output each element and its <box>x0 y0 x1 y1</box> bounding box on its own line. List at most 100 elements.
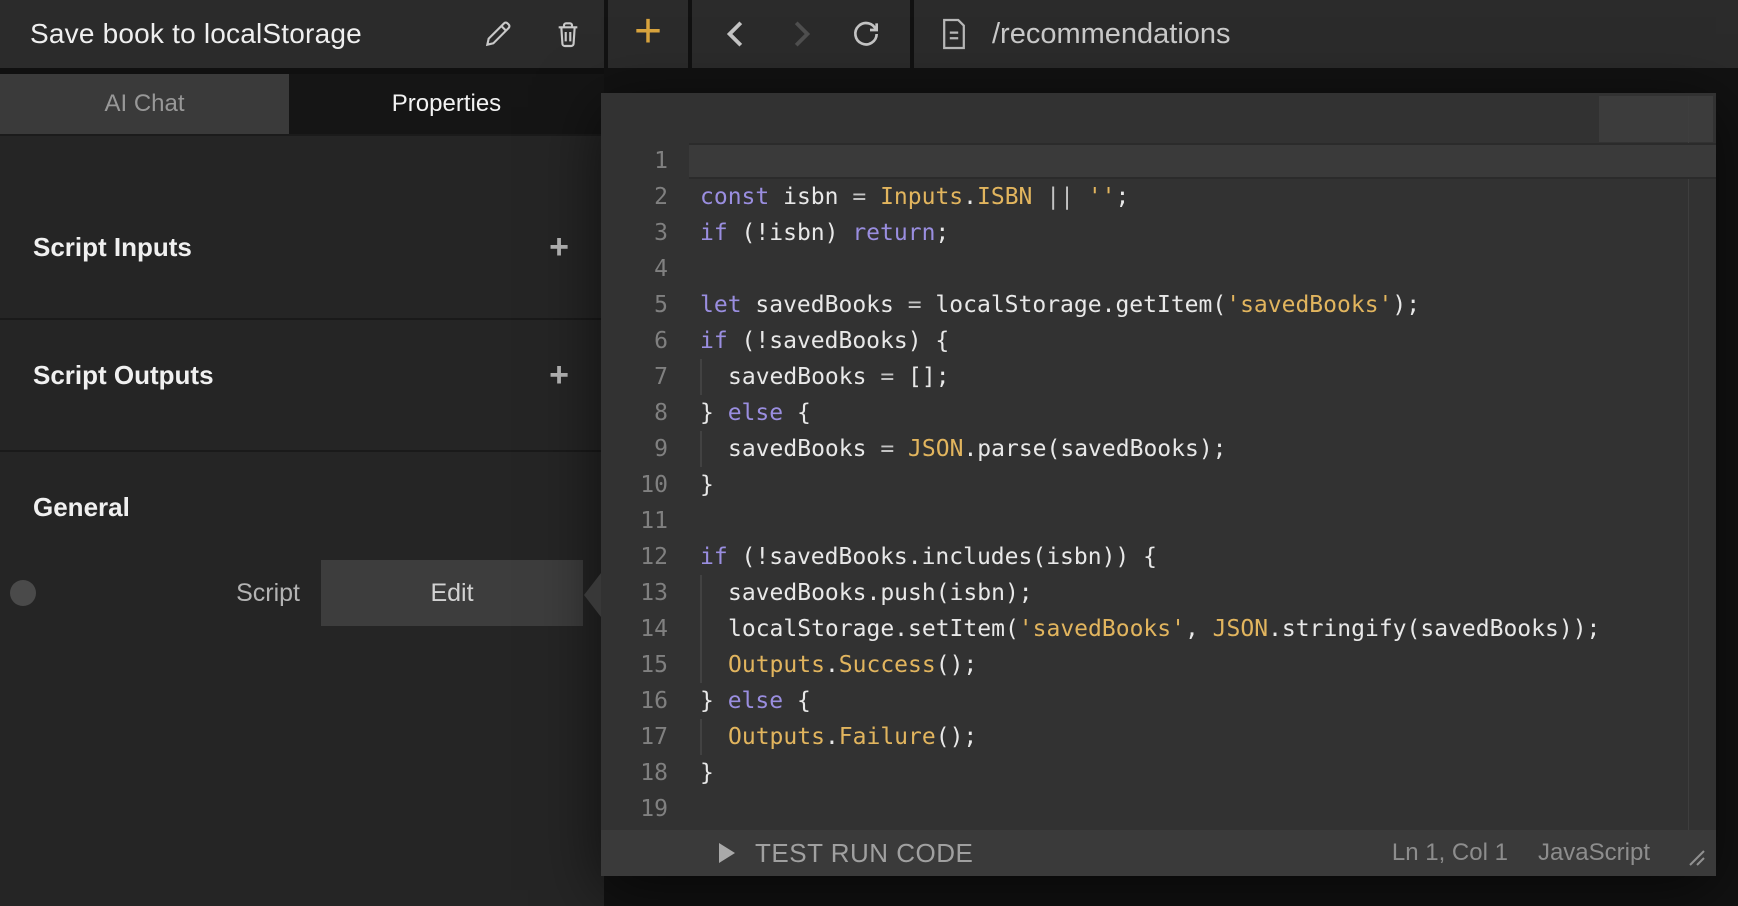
code-line-6[interactable]: 6if (!savedBooks) { <box>601 323 1716 359</box>
script-outputs-heading: Script Outputs <box>33 360 540 391</box>
code-text[interactable]: localStorage.setItem('savedBooks', JSON.… <box>689 611 1716 647</box>
code-text[interactable]: const isbn = Inputs.ISBN || ''; <box>689 179 1716 215</box>
add-output-button[interactable]: + <box>540 356 578 394</box>
code-text[interactable] <box>689 143 1716 179</box>
node-properties-panel: Save book to localStorage <box>0 0 604 906</box>
code-editor-popover: 12const isbn = Inputs.ISBN || '';3if (!i… <box>601 93 1716 876</box>
popover-arrow <box>584 573 601 617</box>
code-line-4[interactable]: 4 <box>601 251 1716 287</box>
line-number: 16 <box>601 683 689 719</box>
language-label: JavaScript <box>1538 839 1650 867</box>
refresh-button[interactable] <box>846 14 886 54</box>
reload-icon <box>850 18 882 50</box>
code-line-18[interactable]: 18} <box>601 755 1716 791</box>
preview-toolbar: + /recomme <box>608 0 1738 68</box>
chevron-left-icon <box>723 18 749 50</box>
code-line-12[interactable]: 12if (!savedBooks.includes(isbn)) { <box>601 539 1716 575</box>
code-text[interactable]: if (!isbn) return; <box>689 215 1716 251</box>
code-text[interactable]: savedBooks.push(isbn); <box>689 575 1716 611</box>
indent-guide <box>700 575 728 611</box>
script-property-row: Script Edit <box>0 560 604 626</box>
route-path[interactable]: /recommendations <box>992 18 1231 51</box>
code-text[interactable]: if (!savedBooks.includes(isbn)) { <box>689 539 1716 575</box>
line-number: 8 <box>601 395 689 431</box>
node-header-actions <box>480 16 586 52</box>
add-input-button[interactable]: + <box>540 228 578 266</box>
code-line-2[interactable]: 2const isbn = Inputs.ISBN || ''; <box>601 179 1716 215</box>
line-number: 3 <box>601 215 689 251</box>
code-line-17[interactable]: 17Outputs.Failure(); <box>601 719 1716 755</box>
forward-button[interactable] <box>781 14 821 54</box>
line-number: 17 <box>601 719 689 755</box>
play-icon[interactable] <box>719 843 735 863</box>
code-line-1[interactable]: 1 <box>601 143 1716 179</box>
general-heading: General <box>33 492 578 523</box>
node-header: Save book to localStorage <box>0 0 604 68</box>
resize-handle-icon[interactable] <box>1686 847 1706 867</box>
delete-button[interactable] <box>550 16 586 52</box>
code-line-10[interactable]: 10} <box>601 467 1716 503</box>
code-text[interactable] <box>689 791 1716 827</box>
code-line-8[interactable]: 8} else { <box>601 395 1716 431</box>
section-general: General Script Edit <box>0 452 604 626</box>
port-dot-icon[interactable] <box>10 580 36 606</box>
test-run-code-button[interactable]: TEST RUN CODE <box>755 838 1392 869</box>
cursor-position: Ln 1, Col 1 <box>1392 839 1508 867</box>
line-number: 18 <box>601 755 689 791</box>
code-line-3[interactable]: 3if (!isbn) return; <box>601 215 1716 251</box>
line-number: 15 <box>601 647 689 683</box>
code-text[interactable]: let savedBooks = localStorage.getItem('s… <box>689 287 1716 323</box>
code-line-15[interactable]: 15Outputs.Success(); <box>601 647 1716 683</box>
code-line-5[interactable]: 5let savedBooks = localStorage.getItem('… <box>601 287 1716 323</box>
trash-icon <box>552 18 584 50</box>
code-text[interactable]: Outputs.Success(); <box>689 647 1716 683</box>
indent-guide <box>700 359 728 395</box>
code-line-11[interactable]: 11 <box>601 503 1716 539</box>
rename-button[interactable] <box>480 16 516 52</box>
back-button[interactable] <box>716 14 756 54</box>
script-inputs-heading: Script Inputs <box>33 232 540 263</box>
indent-guide <box>700 431 728 467</box>
code-text[interactable]: } else { <box>689 395 1716 431</box>
script-property-label: Script <box>36 579 300 608</box>
code-text[interactable]: savedBooks = []; <box>689 359 1716 395</box>
code-line-9[interactable]: 9savedBooks = JSON.parse(savedBooks); <box>601 431 1716 467</box>
code-editor-content[interactable]: 12const isbn = Inputs.ISBN || '';3if (!i… <box>601 93 1716 830</box>
code-text[interactable]: if (!savedBooks) { <box>689 323 1716 359</box>
node-title: Save book to localStorage <box>30 18 480 50</box>
indent-guide <box>700 647 728 683</box>
code-line-13[interactable]: 13savedBooks.push(isbn); <box>601 575 1716 611</box>
code-text[interactable]: } <box>689 467 1716 503</box>
code-text[interactable]: Outputs.Failure(); <box>689 719 1716 755</box>
line-number: 11 <box>601 503 689 539</box>
code-text[interactable] <box>689 503 1716 539</box>
line-number: 2 <box>601 179 689 215</box>
code-text[interactable] <box>689 251 1716 287</box>
code-line-7[interactable]: 7savedBooks = []; <box>601 359 1716 395</box>
plus-icon: + <box>549 358 569 392</box>
line-number: 9 <box>601 431 689 467</box>
line-number: 19 <box>601 791 689 827</box>
line-number: 5 <box>601 287 689 323</box>
code-line-14[interactable]: 14localStorage.setItem('savedBooks', JSO… <box>601 611 1716 647</box>
code-text[interactable]: } <box>689 755 1716 791</box>
noodl-app-window: Save book to localStorage <box>0 0 1738 906</box>
edit-script-button[interactable]: Edit <box>321 560 583 626</box>
section-script-outputs: Script Outputs + <box>0 320 604 452</box>
tab-ai-chat[interactable]: AI Chat <box>0 74 289 134</box>
indent-guide <box>700 719 728 755</box>
add-node-button[interactable]: + <box>634 8 662 56</box>
editor-status-bar: TEST RUN CODE Ln 1, Col 1 JavaScript <box>601 830 1716 876</box>
line-number: 4 <box>601 251 689 287</box>
navigation-section <box>692 0 910 68</box>
tab-properties[interactable]: Properties <box>289 74 604 134</box>
plus-icon: + <box>549 230 569 264</box>
code-text[interactable]: savedBooks = JSON.parse(savedBooks); <box>689 431 1716 467</box>
code-text[interactable]: } else { <box>689 683 1716 719</box>
code-line-16[interactable]: 16} else { <box>601 683 1716 719</box>
add-node-section: + <box>608 0 688 68</box>
code-line-19[interactable]: 19 <box>601 791 1716 827</box>
line-number: 7 <box>601 359 689 395</box>
line-number: 10 <box>601 467 689 503</box>
section-script-inputs: Script Inputs + <box>0 136 604 320</box>
